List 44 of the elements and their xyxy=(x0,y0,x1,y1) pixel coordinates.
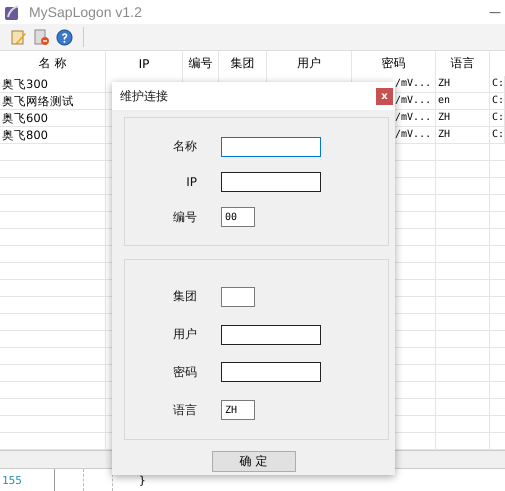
window-title: MySapLogon v1.2 xyxy=(29,4,142,20)
table-cell: 奥飞300 xyxy=(0,76,106,92)
minimize-button[interactable]: — xyxy=(489,5,501,19)
input-field[interactable]: 00 xyxy=(221,207,255,228)
column-header[interactable]: IP xyxy=(106,51,183,76)
field-label: 集团 xyxy=(172,288,198,306)
column-header[interactable]: 用户 xyxy=(267,51,352,76)
table-cell: ZH xyxy=(436,76,490,92)
input-field[interactable]: ZH xyxy=(221,400,255,420)
input-field[interactable] xyxy=(221,286,255,307)
edit-icon[interactable] xyxy=(10,28,27,46)
code-text: } xyxy=(139,474,146,486)
delete-icon[interactable] xyxy=(33,28,50,46)
column-header[interactable]: 密码 xyxy=(352,51,436,76)
column-header[interactable]: 名 称 xyxy=(0,51,106,76)
column-header[interactable]: 编号 xyxy=(183,51,219,76)
input-field[interactable] xyxy=(221,172,321,192)
line-number: 155 xyxy=(0,469,55,491)
field-label: 编号 xyxy=(172,208,198,226)
column-header[interactable]: 集团 xyxy=(219,51,267,76)
table-cell: C: xyxy=(490,110,505,126)
table-cell: en xyxy=(436,93,490,109)
field-label: 名称 xyxy=(172,138,198,156)
ok-button[interactable]: 确 定 xyxy=(212,451,296,472)
input-field[interactable] xyxy=(221,324,321,345)
input-field[interactable] xyxy=(221,362,321,382)
field-label: IP xyxy=(185,174,198,189)
field-label: 用户 xyxy=(172,326,198,344)
close-button[interactable]: x xyxy=(376,88,393,104)
field-label: 语言 xyxy=(172,402,198,419)
table-cell: 奥飞600 xyxy=(0,110,106,126)
input-field[interactable] xyxy=(221,136,321,157)
help-icon[interactable] xyxy=(56,28,73,46)
table-cell: C: xyxy=(490,76,505,92)
table-cell: ZH xyxy=(436,110,490,126)
table-cell: 奥飞800 xyxy=(0,127,106,143)
table-cell: C: xyxy=(490,93,505,109)
table-cell: 奥飞网络测试 xyxy=(0,93,106,109)
field-label: 密码 xyxy=(172,364,198,381)
column-header[interactable]: 语言 xyxy=(436,51,490,76)
dialog-title: 维护连接 xyxy=(120,88,168,104)
table-cell: C: xyxy=(490,127,505,143)
table-cell: ZH xyxy=(436,127,490,143)
app-icon xyxy=(4,4,21,20)
